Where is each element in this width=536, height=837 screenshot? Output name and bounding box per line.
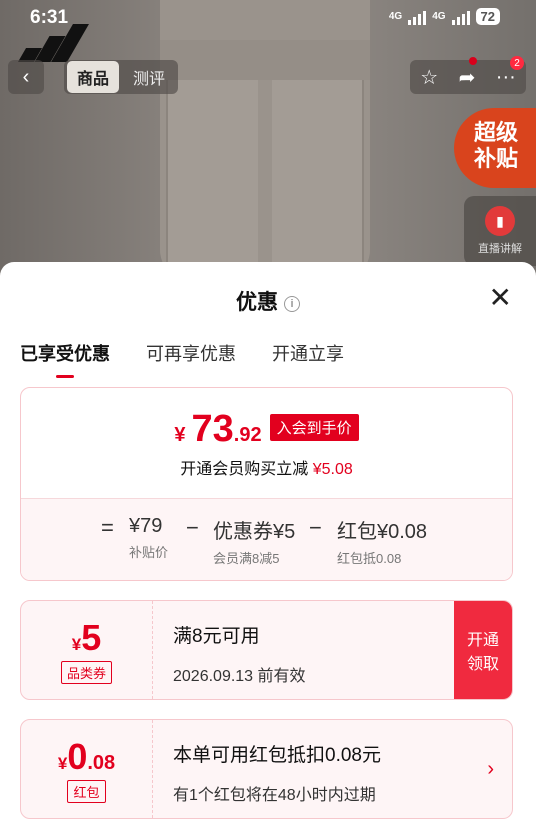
price-decimal: .92 xyxy=(233,424,262,446)
share-icon[interactable]: ➦ xyxy=(459,56,477,90)
redpacket-desc: 有1个红包将在48小时内过期 xyxy=(173,787,376,804)
redpacket-rule: 红包抵0.08 xyxy=(337,551,402,566)
claim-label-1: 开通 xyxy=(466,632,499,649)
tab-review[interactable]: 测评 xyxy=(123,61,175,93)
redpacket-value: ¥0.08 xyxy=(57,736,116,777)
tab-product[interactable]: 商品 xyxy=(67,61,120,93)
price-summary-card: ¥ 73 .92 入会到手价 开通会员购买立减 ¥5.08 = ¥79 补贴价 … xyxy=(20,387,513,581)
coupon-value: ¥5 xyxy=(71,617,102,658)
info-icon[interactable]: i xyxy=(284,296,300,312)
super-badge-line2: 补贴 xyxy=(474,146,519,171)
claim-label-2: 领取 xyxy=(466,656,499,673)
network-label-1: 4G xyxy=(388,11,403,22)
minus-sign-2: − xyxy=(309,515,322,540)
coupon-rule: 会员满8减5 xyxy=(213,551,280,566)
star-icon[interactable]: ☆ xyxy=(420,65,438,90)
price-currency: ¥ xyxy=(174,424,186,446)
coupon-card: ¥5 品类券 满8元可用 2026.09.13 前有效 开通 领取 xyxy=(20,600,513,700)
chevron-right-icon[interactable]: › xyxy=(487,758,494,781)
super-badge-line1: 超级 xyxy=(474,120,519,145)
discount-sheet: 优惠 i ✕ 已享受优惠 可再享优惠 开通立享 ¥ 73 .92 入会到手价 开通… xyxy=(0,262,536,837)
signal-icon xyxy=(408,9,427,25)
redpacket-title: 本单可用红包抵扣0.08元 xyxy=(173,745,381,766)
member-discount-line: 开通会员购买立减 ¥5.08 xyxy=(21,455,512,479)
tab-open-enjoy[interactable]: 开通立享 xyxy=(272,340,344,378)
subsidy-label: 补贴价 xyxy=(129,545,169,560)
close-icon[interactable]: ✕ xyxy=(489,284,512,312)
product-figure xyxy=(160,0,370,280)
breakdown-subsidy: ¥79 补贴价 xyxy=(129,515,168,561)
redpacket-amount: 红包¥0.08 xyxy=(337,521,428,543)
subsidy-price: ¥79 xyxy=(129,515,163,537)
status-bar: 6:31 4G 4G 72 xyxy=(0,0,536,34)
member-text: 开通会员购买立减 xyxy=(180,461,309,478)
sheet-title: 优惠 xyxy=(236,291,278,314)
redpacket-card[interactable]: ¥0.08 红包 本单可用红包抵扣0.08元 有1个红包将在48小时内过期 › xyxy=(20,719,513,819)
sheet-title-row: 优惠 i xyxy=(0,286,536,316)
final-price: ¥ 73 .92 入会到手价 xyxy=(174,408,359,451)
discount-tabs: 已享受优惠 可再享优惠 开通立享 xyxy=(20,340,344,378)
network-label-2: 4G xyxy=(432,11,446,22)
back-button[interactable]: ‹ xyxy=(8,60,44,94)
signal-icon-2 xyxy=(451,9,470,25)
coupon-amount: 优惠券¥5 xyxy=(213,521,296,543)
price-tag: 入会到手价 xyxy=(269,414,359,441)
equals-sign: = xyxy=(101,515,114,540)
coupon-title: 满8元可用 xyxy=(173,626,260,647)
top-tabs: 商品 测评 xyxy=(64,60,179,94)
live-button[interactable]: ▮ 直播讲解 xyxy=(464,196,536,266)
price-integer: 73 xyxy=(191,408,234,450)
live-icon: ▮ xyxy=(485,206,515,236)
coupon-desc: 2026.09.13 前有效 xyxy=(173,668,306,685)
battery-indicator: 72 xyxy=(475,8,500,25)
member-discount: ¥5.08 xyxy=(312,461,353,478)
super-subsidy-badge[interactable]: 超级 补贴 xyxy=(454,108,536,188)
price-breakdown: = ¥79 补贴价 − 优惠券¥5 会员满8减5 − 红包¥0.08 红包抵0.… xyxy=(21,498,512,580)
coupon-type: 品类券 xyxy=(60,661,112,684)
live-label: 直播讲解 xyxy=(478,243,522,255)
redpacket-type: 红包 xyxy=(67,780,106,803)
chevron-left-icon: ‹ xyxy=(22,65,30,88)
tab-more-discounts[interactable]: 可再享优惠 xyxy=(146,340,236,378)
breakdown-redpacket: 红包¥0.08 红包抵0.08 xyxy=(337,515,427,567)
minus-sign-1: − xyxy=(186,515,199,540)
status-time: 6:31 xyxy=(30,7,69,28)
breakdown-coupon: 优惠券¥5 会员满8减5 xyxy=(213,515,295,567)
notification-dot xyxy=(468,56,477,65)
more-badge: 2 xyxy=(510,56,524,70)
open-claim-button[interactable]: 开通 领取 xyxy=(454,601,512,699)
tab-enjoyed[interactable]: 已享受优惠 xyxy=(20,340,110,378)
header-actions: ☆ ➦ ··· 2 xyxy=(410,56,526,94)
